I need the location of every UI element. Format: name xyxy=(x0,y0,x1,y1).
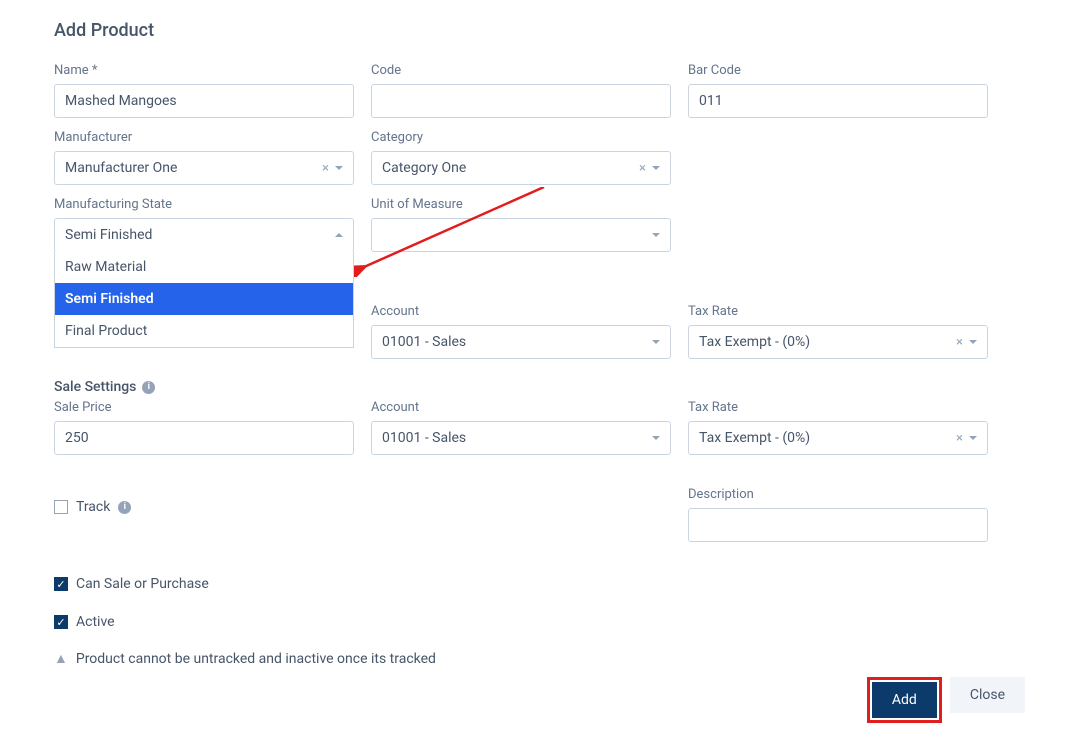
warning-row: ▲ Product cannot be untracked and inacti… xyxy=(54,650,1025,667)
purchase-tax-value: Tax Exempt - (0%) xyxy=(699,334,956,350)
can-sale-checkbox[interactable]: ✓ xyxy=(54,577,68,591)
mfg-state-select[interactable]: Semi Finished Raw Material Semi Finished… xyxy=(54,218,354,252)
field-purchase-tax: Tax Rate Tax Exempt - (0%) × xyxy=(688,304,988,359)
field-name: Name * xyxy=(54,63,354,118)
track-container: Track i xyxy=(54,467,671,542)
sale-tax-value: Tax Exempt - (0%) xyxy=(699,430,956,446)
info-icon: i xyxy=(118,501,131,514)
page-title: Add Product xyxy=(54,20,1025,41)
purchase-account-label: Account xyxy=(371,304,671,319)
uom-label: Unit of Measure xyxy=(371,197,671,212)
category-label: Category xyxy=(371,130,671,145)
warning-icon: ▲ xyxy=(54,650,68,667)
track-label: Track xyxy=(76,499,110,515)
mfg-state-label: Manufacturing State xyxy=(54,197,354,212)
track-checkbox[interactable] xyxy=(54,500,68,514)
code-label: Code xyxy=(371,63,671,78)
purchase-tax-label: Tax Rate xyxy=(688,304,988,319)
manufacturer-label: Manufacturer xyxy=(54,130,354,145)
active-label: Active xyxy=(76,614,115,630)
can-sale-row: ✓ Can Sale or Purchase xyxy=(54,576,1025,592)
field-category: Category Category One × xyxy=(371,130,671,185)
manufacturer-select[interactable]: Manufacturer One × xyxy=(54,151,354,185)
field-sale-tax: Tax Rate Tax Exempt - (0%) × xyxy=(688,400,988,455)
barcode-input[interactable] xyxy=(688,84,988,118)
can-sale-label: Can Sale or Purchase xyxy=(76,576,209,592)
field-code: Code xyxy=(371,63,671,118)
purchase-account-select[interactable]: 01001 - Sales xyxy=(371,325,671,359)
chevron-down-icon xyxy=(652,233,660,237)
name-input[interactable] xyxy=(54,84,354,118)
field-barcode: Bar Code xyxy=(688,63,988,118)
field-mfg-state: Manufacturing State Semi Finished Raw Ma… xyxy=(54,197,354,252)
field-sale-account: Account 01001 - Sales xyxy=(371,400,671,455)
description-input[interactable] xyxy=(688,508,988,542)
annotation-highlight: Add xyxy=(867,677,942,723)
field-description: Description xyxy=(688,487,988,542)
chevron-down-icon xyxy=(652,340,660,344)
sale-price-input[interactable] xyxy=(54,421,354,455)
field-manufacturer: Manufacturer Manufacturer One × xyxy=(54,130,354,185)
dropdown-option-final[interactable]: Final Product xyxy=(55,315,353,347)
sale-account-label: Account xyxy=(371,400,671,415)
sale-price-label: Sale Price xyxy=(54,400,354,415)
description-label: Description xyxy=(688,487,988,502)
sale-section-heading: Sale Settings i xyxy=(54,379,1025,395)
active-row: ✓ Active xyxy=(54,614,1025,630)
clear-icon[interactable]: × xyxy=(956,431,963,446)
chevron-down-icon xyxy=(969,340,977,344)
dropdown-option-raw[interactable]: Raw Material xyxy=(55,251,353,283)
category-select[interactable]: Category One × xyxy=(371,151,671,185)
barcode-label: Bar Code xyxy=(688,63,988,78)
manufacturer-value: Manufacturer One xyxy=(65,160,322,176)
purchase-account-value: 01001 - Sales xyxy=(382,334,652,350)
field-purchase-account: Account 01001 - Sales xyxy=(371,304,671,359)
info-icon: i xyxy=(142,381,155,394)
name-label: Name * xyxy=(54,63,354,78)
close-button[interactable]: Close xyxy=(950,677,1025,713)
sale-account-select[interactable]: 01001 - Sales xyxy=(371,421,671,455)
clear-icon[interactable]: × xyxy=(956,335,963,350)
sale-tax-label: Tax Rate xyxy=(688,400,988,415)
clear-icon[interactable]: × xyxy=(322,161,329,176)
warning-text: Product cannot be untracked and inactive… xyxy=(76,651,436,667)
button-row: Add Close xyxy=(54,677,1025,723)
uom-select[interactable] xyxy=(371,218,671,252)
chevron-up-icon xyxy=(335,233,343,237)
sale-tax-select[interactable]: Tax Exempt - (0%) × xyxy=(688,421,988,455)
chevron-down-icon xyxy=(652,436,660,440)
category-value: Category One xyxy=(382,160,639,176)
chevron-down-icon xyxy=(335,166,343,170)
mfg-state-value: Semi Finished xyxy=(65,227,335,243)
purchase-tax-select[interactable]: Tax Exempt - (0%) × xyxy=(688,325,988,359)
mfg-state-dropdown: Raw Material Semi Finished Final Product xyxy=(54,251,354,348)
add-button[interactable]: Add xyxy=(872,682,937,718)
dropdown-option-semi[interactable]: Semi Finished xyxy=(55,283,353,315)
field-sale-price: Sale Price xyxy=(54,400,354,455)
chevron-down-icon xyxy=(652,166,660,170)
sale-account-value: 01001 - Sales xyxy=(382,430,652,446)
clear-icon[interactable]: × xyxy=(639,161,646,176)
active-checkbox[interactable]: ✓ xyxy=(54,615,68,629)
chevron-down-icon xyxy=(969,436,977,440)
code-input[interactable] xyxy=(371,84,671,118)
field-uom: Unit of Measure xyxy=(371,197,671,252)
